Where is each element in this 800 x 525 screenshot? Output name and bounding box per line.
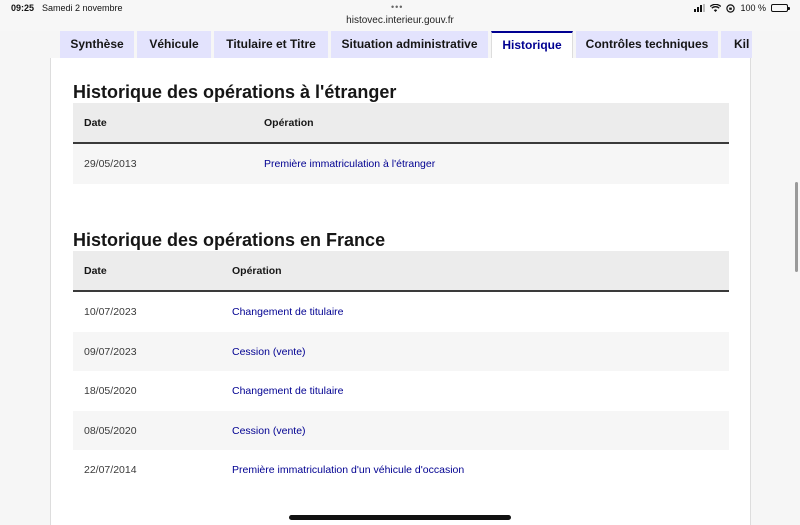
tab-synthese[interactable]: Synthèse <box>60 31 134 58</box>
table-row: 08/05/2020 Cession (vente) <box>73 410 729 450</box>
table-row: 29/05/2013 Première immatriculation à l'… <box>73 144 729 184</box>
historique-panel: Historique des opérations à l'étranger D… <box>50 58 751 525</box>
row-date: 22/07/2014 <box>84 464 137 476</box>
tab-situation-administrative[interactable]: Situation administrative <box>331 31 488 58</box>
table-header: Date Opération <box>73 103 729 144</box>
foreign-history-table: Date Opération 29/05/2013 Première immat… <box>73 103 729 184</box>
column-header-operation: Opération <box>232 265 282 277</box>
battery-icon <box>771 4 790 12</box>
tab-bar: Synthèse Véhicule Titulaire et Titre Sit… <box>0 31 752 59</box>
row-operation: Changement de titulaire <box>232 306 344 318</box>
page-scrollbar[interactable] <box>795 182 798 272</box>
row-operation: Cession (vente) <box>232 424 306 437</box>
row-date: 08/05/2020 <box>84 424 137 437</box>
table-header: Date Opération <box>73 251 729 292</box>
france-history-table: Date Opération 10/07/2023 Changement de … <box>73 251 729 490</box>
tab-titulaire-et-titre[interactable]: Titulaire et Titre <box>214 31 328 58</box>
column-header-date: Date <box>84 265 107 277</box>
tab-label: Véhicule <box>149 37 199 51</box>
table-row: 22/07/2014 Première immatriculation d'un… <box>73 450 729 490</box>
row-operation: Première immatriculation d'un véhicule d… <box>232 464 465 476</box>
status-time: 09:25 <box>11 3 35 13</box>
tab-label: Kil <box>734 37 750 51</box>
multitasking-dots-icon[interactable]: ••• <box>391 3 403 12</box>
row-operation: Cession (vente) <box>232 345 306 358</box>
tab-controles-techniques[interactable]: Contrôles techniques <box>576 31 718 58</box>
address-bar[interactable]: histovec.interieur.gouv.fr <box>0 13 800 31</box>
row-operation: Première immatriculation à l'étranger <box>264 158 436 170</box>
tab-vehicule[interactable]: Véhicule <box>137 31 211 58</box>
row-date: 18/05/2020 <box>84 385 137 397</box>
france-history-title: Historique des opérations en France <box>73 230 386 250</box>
table-row: 09/07/2023 Cession (vente) <box>73 331 729 371</box>
tab-label: Situation administrative <box>341 37 478 51</box>
column-header-date: Date <box>84 117 107 129</box>
wifi-icon <box>710 4 722 12</box>
column-header-operation: Opération <box>264 117 314 129</box>
tab-label: Historique <box>502 38 562 52</box>
status-date: Samedi 2 novembre <box>42 3 123 13</box>
tab-label: Synthèse <box>70 37 124 51</box>
home-indicator[interactable] <box>289 515 511 520</box>
status-right: 100 % <box>694 3 790 13</box>
row-date: 29/05/2013 <box>84 158 137 170</box>
url-text: histovec.interieur.gouv.fr <box>346 15 454 26</box>
table-row: 18/05/2020 Changement de titulaire <box>73 371 729 411</box>
tab-label: Titulaire et Titre <box>226 37 316 51</box>
cellular-signal-icon <box>694 4 706 12</box>
row-date: 09/07/2023 <box>84 345 137 358</box>
tab-label: Contrôles techniques <box>585 37 709 51</box>
row-date: 10/07/2023 <box>84 306 137 318</box>
battery-percent: 100 % <box>740 3 766 13</box>
row-operation: Changement de titulaire <box>232 385 344 397</box>
orientation-lock-icon <box>726 3 736 13</box>
table-row: 10/07/2023 Changement de titulaire <box>73 292 729 332</box>
tab-historique[interactable]: Historique <box>491 31 573 59</box>
tab-kilometrage[interactable]: Kil <box>721 31 752 58</box>
foreign-history-title: Historique des opérations à l'étranger <box>73 82 397 102</box>
